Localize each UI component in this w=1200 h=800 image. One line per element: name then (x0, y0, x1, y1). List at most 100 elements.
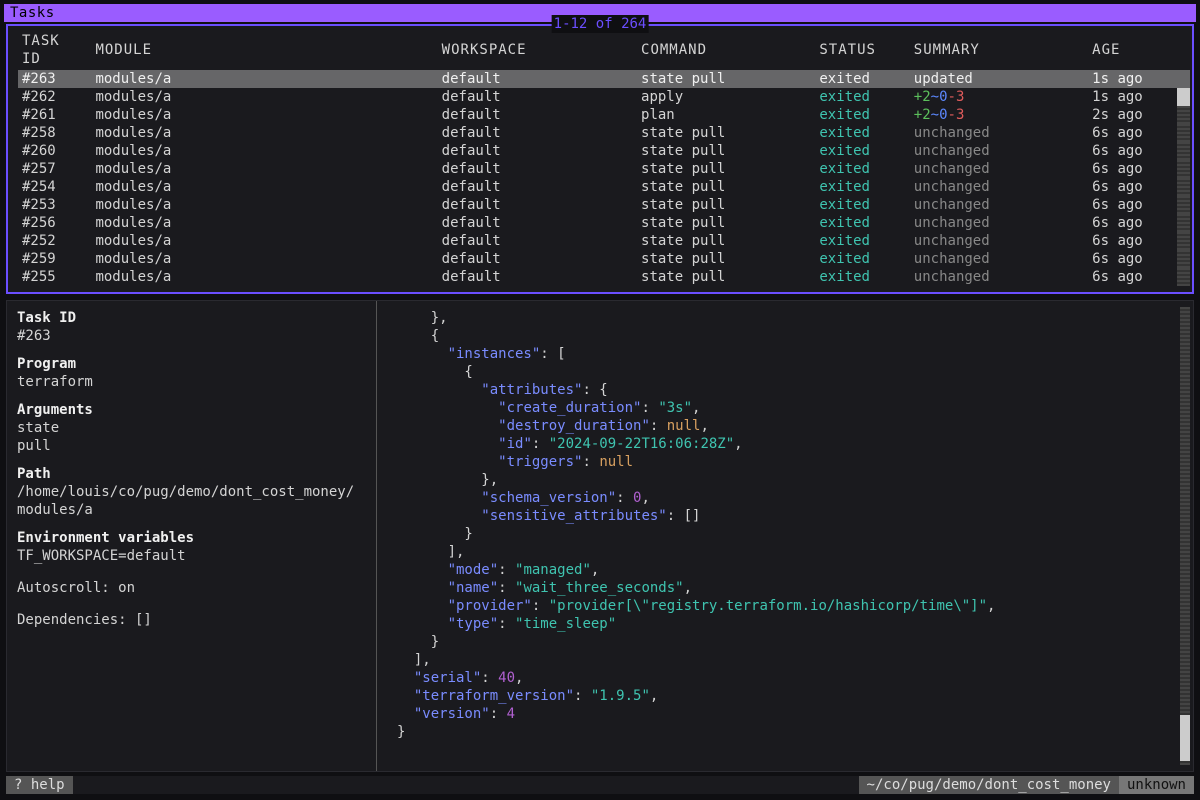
table-row[interactable]: #255modules/adefaultstate pullexitedunch… (18, 268, 1190, 286)
cell-summary: unchanged (910, 160, 1088, 178)
cell-status: exited (815, 70, 909, 88)
cell-task-id: #256 (18, 214, 91, 232)
cell-age: 1s ago (1088, 88, 1177, 106)
cell-status: exited (815, 142, 909, 160)
table-row[interactable]: #261modules/adefaultplanexited+2~0-32s a… (18, 106, 1190, 124)
cell-workspace: default (438, 250, 637, 268)
scroll-gutter (1177, 142, 1190, 160)
output-scrollbar[interactable] (1180, 307, 1190, 765)
label-env: Environment variables (17, 529, 366, 547)
cell-age: 6s ago (1088, 232, 1177, 250)
cell-command: state pull (637, 178, 815, 196)
scroll-gutter (1177, 178, 1190, 196)
cell-age: 2s ago (1088, 106, 1177, 124)
cell-task-id: #261 (18, 106, 91, 124)
cell-status: exited (815, 106, 909, 124)
cell-module: modules/a (91, 232, 437, 250)
value-path-sub: modules/a (17, 501, 366, 519)
scroll-gutter (1177, 88, 1190, 106)
cell-workspace: default (438, 178, 637, 196)
scroll-gutter (1177, 124, 1190, 142)
status-tag: unknown (1119, 776, 1194, 794)
value-argument-1: pull (17, 437, 366, 455)
col-status: STATUS (815, 32, 909, 70)
cell-module: modules/a (91, 160, 437, 178)
cell-module: modules/a (91, 124, 437, 142)
value-argument-0: state (17, 419, 366, 437)
cell-age: 6s ago (1088, 250, 1177, 268)
cell-status: exited (815, 196, 909, 214)
value-program: terraform (17, 373, 366, 391)
label-dependencies: Dependencies: [] (17, 611, 366, 629)
cell-command: plan (637, 106, 815, 124)
scroll-gutter (1177, 160, 1190, 178)
cell-summary: unchanged (910, 214, 1088, 232)
cell-module: modules/a (91, 250, 437, 268)
cell-age: 1s ago (1088, 70, 1177, 88)
cell-task-id: #260 (18, 142, 91, 160)
table-row[interactable]: #258modules/adefaultstate pullexitedunch… (18, 124, 1190, 142)
scroll-gutter (1177, 196, 1190, 214)
cell-age: 6s ago (1088, 160, 1177, 178)
cell-summary: unchanged (910, 178, 1088, 196)
value-env: TF_WORKSPACE=default (17, 547, 366, 565)
col-module: MODULE (91, 32, 437, 70)
cell-command: state pull (637, 160, 815, 178)
cell-task-id: #253 (18, 196, 91, 214)
cell-module: modules/a (91, 88, 437, 106)
cell-module: modules/a (91, 142, 437, 160)
cell-command: state pull (637, 232, 815, 250)
table-row[interactable]: #256modules/adefaultstate pullexitedunch… (18, 214, 1190, 232)
table-row[interactable]: #259modules/adefaultstate pullexitedunch… (18, 250, 1190, 268)
cell-status: exited (815, 88, 909, 106)
cell-workspace: default (438, 88, 637, 106)
cell-command: state pull (637, 250, 815, 268)
cell-age: 6s ago (1088, 214, 1177, 232)
cell-summary: unchanged (910, 232, 1088, 250)
cell-workspace: default (438, 124, 637, 142)
cell-workspace: default (438, 196, 637, 214)
cell-command: state pull (637, 142, 815, 160)
value-path: /home/louis/co/pug/demo/dont_cost_money/ (17, 483, 366, 501)
cell-workspace: default (438, 268, 637, 286)
cell-workspace: default (438, 160, 637, 178)
label-path: Path (17, 465, 366, 483)
col-task-id: TASK ID (18, 32, 91, 70)
cell-age: 6s ago (1088, 178, 1177, 196)
cell-workspace: default (438, 214, 637, 232)
task-metadata: Task ID #263 Program terraform Arguments… (7, 301, 377, 771)
cell-age: 6s ago (1088, 268, 1177, 286)
status-bar: ? help ~/co/pug/demo/dont_cost_money unk… (6, 776, 1194, 794)
cell-module: modules/a (91, 70, 437, 88)
label-arguments: Arguments (17, 401, 366, 419)
table-row[interactable]: #260modules/adefaultstate pullexitedunch… (18, 142, 1190, 160)
cell-task-id: #252 (18, 232, 91, 250)
scrollbar-thumb[interactable] (1180, 715, 1190, 761)
cell-summary: updated (910, 70, 1088, 88)
scroll-gutter (1177, 70, 1190, 88)
cell-summary: +2~0-3 (910, 88, 1088, 106)
table-row[interactable]: #262modules/adefaultapplyexited+2~0-31s … (18, 88, 1190, 106)
cell-status: exited (815, 268, 909, 286)
table-row[interactable]: #254modules/adefaultstate pullexitedunch… (18, 178, 1190, 196)
cell-task-id: #255 (18, 268, 91, 286)
cell-status: exited (815, 178, 909, 196)
help-hint[interactable]: ? help (6, 776, 73, 794)
cell-module: modules/a (91, 196, 437, 214)
label-autoscroll: Autoscroll: on (17, 579, 366, 597)
tasks-panel[interactable]: 1-12 of 264 TASK ID MODULE WORKSPACE COM… (6, 24, 1194, 294)
cell-summary: unchanged (910, 142, 1088, 160)
cell-summary: unchanged (910, 250, 1088, 268)
status-path: ~/co/pug/demo/dont_cost_money (859, 776, 1119, 794)
table-row[interactable]: #257modules/adefaultstate pullexitedunch… (18, 160, 1190, 178)
task-detail-panel: Task ID #263 Program terraform Arguments… (6, 300, 1194, 772)
scroll-gutter (1177, 214, 1190, 232)
table-row[interactable]: #252modules/adefaultstate pullexitedunch… (18, 232, 1190, 250)
cell-age: 6s ago (1088, 124, 1177, 142)
cell-module: modules/a (91, 106, 437, 124)
task-output[interactable]: }, { "instances": [ { "attributes": { "c… (377, 301, 1193, 771)
col-age: AGE (1088, 32, 1177, 70)
table-row[interactable]: #253modules/adefaultstate pullexitedunch… (18, 196, 1190, 214)
table-row[interactable]: #263modules/adefaultstate pullexitedupda… (18, 70, 1190, 88)
scroll-gutter (1177, 232, 1190, 250)
